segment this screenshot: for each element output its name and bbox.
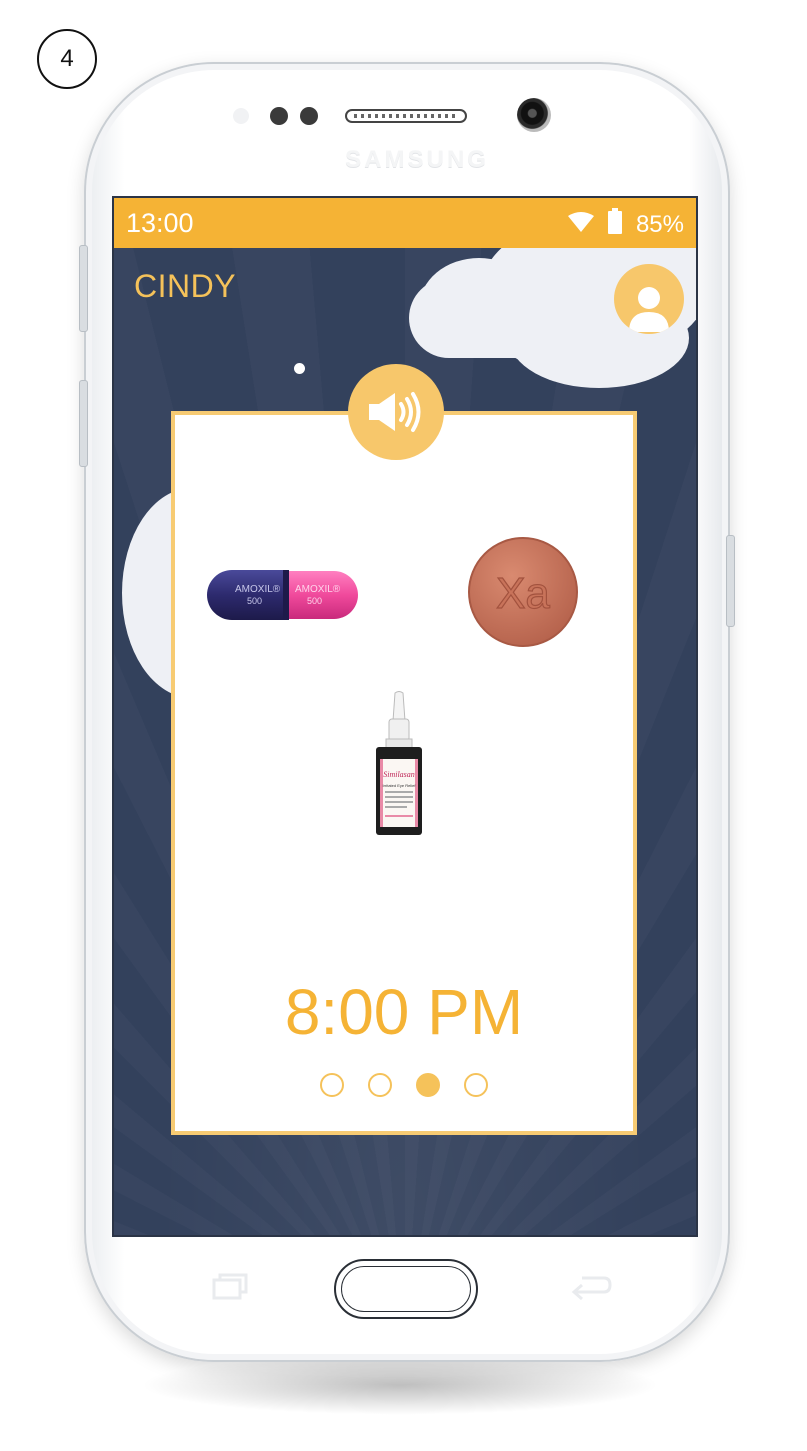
sensor-dot-2 (300, 107, 318, 125)
user-name: CINDY (134, 268, 237, 304)
speaker-volume-icon (369, 392, 421, 432)
status-time: 13:00 (126, 208, 194, 238)
earpiece-speaker (345, 109, 467, 123)
person-icon (629, 287, 669, 332)
page-dot-3-active[interactable] (416, 1073, 440, 1097)
page-dot-1[interactable] (320, 1073, 344, 1097)
volume-down-button (79, 380, 88, 467)
amoxil-capsule-image: AMOXIL® 500 AMOXIL® 500 (205, 568, 361, 622)
profile-button[interactable] (614, 264, 684, 334)
medication-card[interactable]: AMOXIL® 500 AMOXIL® 500 Xa Similasan Irr… (171, 411, 637, 1135)
recent-apps-icon[interactable] (212, 1272, 250, 1300)
phone-brand-logo: SAMSUNG (345, 146, 489, 173)
tablet-imprint: Xa (496, 569, 550, 618)
step-number-badge: 4 (37, 29, 97, 89)
bottle-label: Irritated Eye Relief (383, 783, 417, 788)
home-button[interactable] (334, 1259, 478, 1319)
page-dot-4[interactable] (464, 1073, 488, 1097)
capsule-print-pink: AMOXIL® (295, 584, 341, 595)
volume-up-button (79, 245, 88, 332)
capsule-dose-blue: 500 (247, 596, 262, 606)
phone-shadow (140, 1355, 660, 1415)
dose-time: 8:00 PM (284, 976, 524, 1048)
sensor-dot-1 (270, 107, 288, 125)
front-camera (517, 98, 551, 132)
app-screen: 13:00 85% CINDY AMOXIL® 500 AMOXIL® 500 … (112, 196, 698, 1237)
battery-percent: 85% (635, 210, 684, 238)
play-sound-button[interactable] (348, 364, 444, 460)
home-button-inner (341, 1266, 471, 1312)
capsule-print-blue: AMOXIL® (235, 584, 281, 595)
bottle-brand: Similasan (383, 770, 415, 779)
xa-tablet-image: Xa (467, 536, 579, 648)
power-button (726, 535, 735, 627)
star (294, 363, 305, 374)
page-indicator (175, 1073, 633, 1097)
back-icon[interactable] (570, 1272, 612, 1301)
battery-icon (607, 208, 622, 241)
status-indicators: 85% (567, 208, 684, 241)
status-bar: 13:00 85% (114, 198, 696, 248)
eye-drops-image: Similasan Irritated Eye Relief (372, 691, 426, 837)
page-dot-2[interactable] (368, 1073, 392, 1097)
step-number: 4 (60, 45, 74, 72)
wifi-icon (567, 211, 594, 239)
capsule-dose-pink: 500 (307, 596, 322, 606)
proximity-sensor (233, 108, 249, 124)
